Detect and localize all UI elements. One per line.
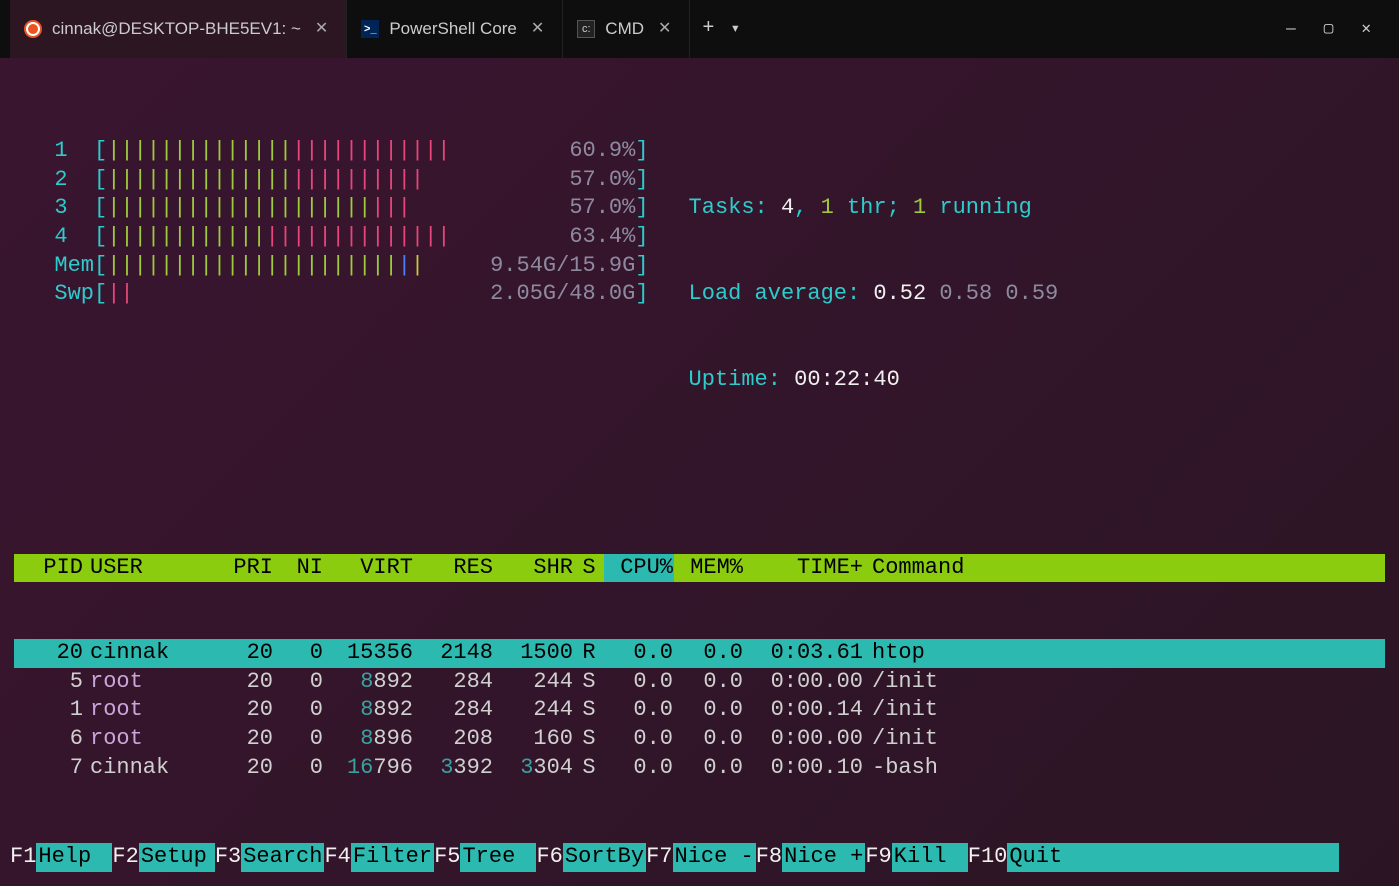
col-pri[interactable]: PRI (214, 554, 274, 583)
tasks-count: 4 (781, 194, 794, 223)
fkey-f4[interactable]: F4Filter (324, 843, 434, 872)
meters-left: 1 [|||||||||||||||||||||||||| 60.9%] 2 [… (28, 137, 649, 452)
uptime-label: Uptime: (689, 366, 781, 395)
cmd-icon: c: (577, 20, 595, 38)
tasks-thr: 1 (821, 194, 834, 223)
tasks-label: Tasks: (689, 194, 768, 223)
powershell-icon: >_ (361, 20, 379, 38)
new-tab-button[interactable]: + (702, 16, 714, 42)
process-header[interactable]: PID USER PRI NI VIRT RES SHR S CPU% MEM%… (14, 554, 1385, 583)
titlebar: cinnak@DESKTOP-BHE5EV1: ~ ✕ >_ PowerShell C… (0, 0, 1399, 58)
col-user[interactable]: USER (84, 554, 214, 583)
fkey-f6[interactable]: F6SortBy (536, 843, 646, 872)
load-label: Load average: (689, 280, 861, 309)
tab-label: CMD (605, 18, 644, 40)
fkey-f10[interactable]: F10Quit (968, 843, 1339, 872)
function-bar: F1HelpF2SetupF3SearchF4FilterF5TreeF6Sor… (10, 843, 1339, 872)
mem-meter: Mem[|||||||||||||||||||||||| 9.54G/15.9G… (28, 252, 649, 281)
cpu-meter-3: 3 [||||||||||||||||||||||| 57.0%] (28, 194, 649, 223)
process-row[interactable]: 7cinnak2001679633923304S0.00.00:00.10-ba… (14, 754, 1385, 783)
tabs: cinnak@DESKTOP-BHE5EV1: ~ ✕ >_ PowerShell C… (10, 0, 690, 58)
col-shr[interactable]: SHR (494, 554, 574, 583)
close-tab-icon[interactable]: ✕ (527, 19, 548, 40)
col-cpu[interactable]: CPU% (604, 554, 674, 583)
swp-meter: Swp[|| 2.05G/48.0G] (28, 280, 649, 309)
col-pid[interactable]: PID (14, 554, 84, 583)
ubuntu-icon (24, 20, 42, 38)
uptime-value: 00:22:40 (794, 366, 900, 395)
cpu-meter-1: 1 [|||||||||||||||||||||||||| 60.9%] (28, 137, 649, 166)
fkey-f3[interactable]: F3Search (215, 843, 325, 872)
tab-label: PowerShell Core (389, 18, 517, 40)
fkey-f8[interactable]: F8Nice + (756, 843, 866, 872)
process-row[interactable]: 20cinnak2001535621481500R0.00.00:03.61ht… (14, 639, 1385, 668)
cpu-meter-2: 2 [|||||||||||||||||||||||| 57.0%] (28, 166, 649, 195)
col-command[interactable]: Command (864, 554, 1385, 583)
col-ni[interactable]: NI (274, 554, 324, 583)
fkey-f1[interactable]: F1Help (10, 843, 112, 872)
col-time[interactable]: TIME+ (744, 554, 864, 583)
tasks-running: 1 (913, 194, 926, 223)
maximize-button[interactable]: ▢ (1324, 19, 1334, 40)
meters-right: Tasks: 4 , 1 thr; 1 running Load average… (689, 137, 1059, 452)
process-row[interactable]: 1root2008892284244S0.00.00:00.14/init (14, 696, 1385, 725)
tab[interactable]: c: CMD ✕ (563, 0, 690, 58)
fkey-f2[interactable]: F2Setup (112, 843, 214, 872)
tab-dropdown-button[interactable]: ▾ (730, 19, 740, 40)
col-mem[interactable]: MEM% (674, 554, 744, 583)
process-list[interactable]: 20cinnak2001535621481500R0.00.00:03.61ht… (14, 639, 1385, 782)
close-tab-icon[interactable]: ✕ (654, 19, 675, 40)
process-row[interactable]: 6root2008896208160S0.00.00:00.00/init (14, 725, 1385, 754)
col-res[interactable]: RES (414, 554, 494, 583)
tab[interactable]: cinnak@DESKTOP-BHE5EV1: ~ ✕ (10, 0, 347, 58)
close-tab-icon[interactable]: ✕ (311, 19, 332, 40)
cpu-meter-4: 4 [|||||||||||||||||||||||||| 63.4%] (28, 223, 649, 252)
col-s[interactable]: S (574, 554, 604, 583)
terminal[interactable]: 1 [|||||||||||||||||||||||||| 60.9%] 2 [… (0, 58, 1399, 886)
process-row[interactable]: 5root2008892284244S0.00.00:00.00/init (14, 668, 1385, 697)
minimize-button[interactable]: — (1286, 19, 1296, 40)
close-button[interactable]: ✕ (1361, 19, 1371, 40)
fkey-f9[interactable]: F9Kill (865, 843, 967, 872)
tab-label: cinnak@DESKTOP-BHE5EV1: ~ (52, 18, 301, 40)
fkey-f7[interactable]: F7Nice - (646, 843, 756, 872)
col-virt[interactable]: VIRT (324, 554, 414, 583)
tab[interactable]: >_ PowerShell Core ✕ (347, 0, 563, 58)
fkey-f5[interactable]: F5Tree (434, 843, 536, 872)
